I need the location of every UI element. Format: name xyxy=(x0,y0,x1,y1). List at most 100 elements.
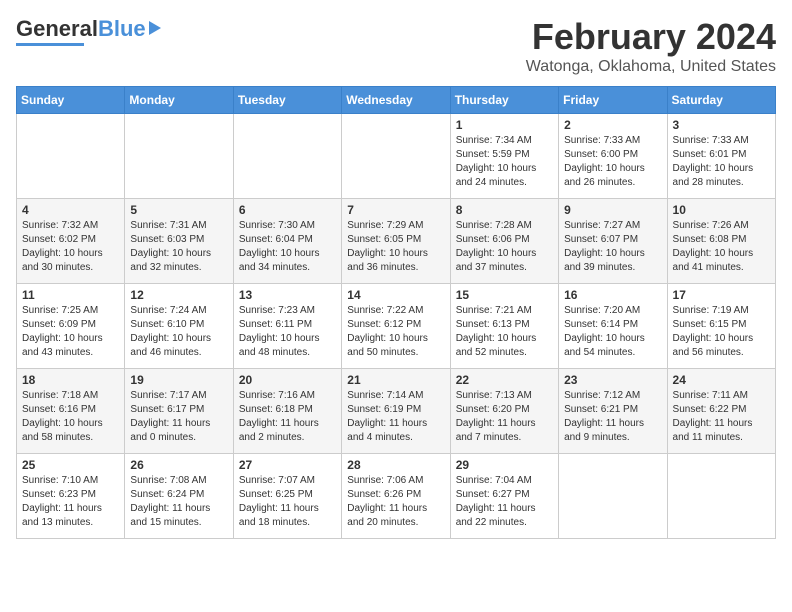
calendar-cell: 17 Sunrise: 7:19 AM Sunset: 6:15 PM Dayli… xyxy=(667,284,775,369)
day-info: Sunrise: 7:27 AM Sunset: 6:07 PM Dayligh… xyxy=(564,219,661,275)
day-number: 2 xyxy=(564,118,661,132)
weekday-header-tuesday: Tuesday xyxy=(233,87,341,114)
logo-general: General xyxy=(16,16,98,42)
day-info: Sunrise: 7:12 AM Sunset: 6:21 PM Dayligh… xyxy=(564,389,661,445)
day-info: Sunrise: 7:19 AM Sunset: 6:15 PM Dayligh… xyxy=(673,304,770,360)
weekday-header-sunday: Sunday xyxy=(17,87,125,114)
day-info: Sunrise: 7:33 AM Sunset: 6:01 PM Dayligh… xyxy=(673,134,770,190)
calendar-cell xyxy=(233,114,341,199)
day-info: Sunrise: 7:22 AM Sunset: 6:12 PM Dayligh… xyxy=(347,304,444,360)
day-number: 5 xyxy=(130,203,227,217)
logo-underline xyxy=(16,43,84,46)
day-info: Sunrise: 7:18 AM Sunset: 6:16 PM Dayligh… xyxy=(22,389,119,445)
day-info: Sunrise: 7:25 AM Sunset: 6:09 PM Dayligh… xyxy=(22,304,119,360)
calendar-header-row: SundayMondayTuesdayWednesdayThursdayFrid… xyxy=(17,87,776,114)
day-info: Sunrise: 7:08 AM Sunset: 6:24 PM Dayligh… xyxy=(130,474,227,530)
calendar-cell: 9 Sunrise: 7:27 AM Sunset: 6:07 PM Daylig… xyxy=(559,199,667,284)
day-info: Sunrise: 7:30 AM Sunset: 6:04 PM Dayligh… xyxy=(239,219,336,275)
title-section: February 2024 Watonga, Oklahoma, United … xyxy=(526,16,776,76)
calendar-cell: 28 Sunrise: 7:06 AM Sunset: 6:26 PM Dayli… xyxy=(342,454,450,539)
calendar-cell: 6 Sunrise: 7:30 AM Sunset: 6:04 PM Daylig… xyxy=(233,199,341,284)
calendar-cell xyxy=(342,114,450,199)
day-info: Sunrise: 7:31 AM Sunset: 6:03 PM Dayligh… xyxy=(130,219,227,275)
calendar-week-3: 18 Sunrise: 7:18 AM Sunset: 6:16 PM Dayli… xyxy=(17,369,776,454)
calendar-cell xyxy=(17,114,125,199)
weekday-header-wednesday: Wednesday xyxy=(342,87,450,114)
calendar-cell: 21Sunrise: 7:14 AM Sunset: 6:19 PM Dayli… xyxy=(342,369,450,454)
day-info: Sunrise: 7:17 AM Sunset: 6:17 PM Dayligh… xyxy=(130,389,227,445)
day-number: 18 xyxy=(22,373,119,387)
day-number: 6 xyxy=(239,203,336,217)
day-number: 9 xyxy=(564,203,661,217)
location: Watonga, Oklahoma, United States xyxy=(526,58,776,76)
calendar-week-2: 11 Sunrise: 7:25 AM Sunset: 6:09 PM Dayli… xyxy=(17,284,776,369)
calendar-cell: 3 Sunrise: 7:33 AM Sunset: 6:01 PM Daylig… xyxy=(667,114,775,199)
day-info: Sunrise: 7:16 AM Sunset: 6:18 PM Dayligh… xyxy=(239,389,336,445)
day-number: 4 xyxy=(22,203,119,217)
day-info: Sunrise: 7:21 AM Sunset: 6:13 PM Dayligh… xyxy=(456,304,553,360)
day-number: 3 xyxy=(673,118,770,132)
logo: General Blue xyxy=(16,16,161,46)
weekday-header-thursday: Thursday xyxy=(450,87,558,114)
day-info: Sunrise: 7:26 AM Sunset: 6:08 PM Dayligh… xyxy=(673,219,770,275)
day-info: Sunrise: 7:07 AM Sunset: 6:25 PM Dayligh… xyxy=(239,474,336,530)
calendar-cell: 27 Sunrise: 7:07 AM Sunset: 6:25 PM Dayli… xyxy=(233,454,341,539)
day-number: 7 xyxy=(347,203,444,217)
day-number: 10 xyxy=(673,203,770,217)
day-number: 22 xyxy=(456,373,553,387)
calendar-cell: 4 Sunrise: 7:32 AM Sunset: 6:02 PM Daylig… xyxy=(17,199,125,284)
day-info: Sunrise: 7:04 AM Sunset: 6:27 PM Dayligh… xyxy=(456,474,553,530)
day-number: 1 xyxy=(456,118,553,132)
day-info: Sunrise: 7:06 AM Sunset: 6:26 PM Dayligh… xyxy=(347,474,444,530)
calendar-cell: 12 Sunrise: 7:24 AM Sunset: 6:10 PM Dayli… xyxy=(125,284,233,369)
day-info: Sunrise: 7:24 AM Sunset: 6:10 PM Dayligh… xyxy=(130,304,227,360)
day-info: Sunrise: 7:14 AM Sunset: 6:19 PM Dayligh… xyxy=(347,389,444,445)
day-number: 17 xyxy=(673,288,770,302)
day-number: 8 xyxy=(456,203,553,217)
calendar-table: SundayMondayTuesdayWednesdayThursdayFrid… xyxy=(16,86,776,539)
calendar-cell: 11 Sunrise: 7:25 AM Sunset: 6:09 PM Dayli… xyxy=(17,284,125,369)
calendar-cell xyxy=(559,454,667,539)
weekday-header-friday: Friday xyxy=(559,87,667,114)
calendar-cell: 14Sunrise: 7:22 AM Sunset: 6:12 PM Dayli… xyxy=(342,284,450,369)
calendar-cell: 2 Sunrise: 7:33 AM Sunset: 6:00 PM Daylig… xyxy=(559,114,667,199)
calendar-cell: 25Sunrise: 7:10 AM Sunset: 6:23 PM Dayli… xyxy=(17,454,125,539)
weekday-header-monday: Monday xyxy=(125,87,233,114)
calendar-cell: 23 Sunrise: 7:12 AM Sunset: 6:21 PM Dayli… xyxy=(559,369,667,454)
calendar-cell: 10 Sunrise: 7:26 AM Sunset: 6:08 PM Dayli… xyxy=(667,199,775,284)
day-number: 25 xyxy=(22,458,119,472)
day-number: 12 xyxy=(130,288,227,302)
calendar-cell: 7 Sunrise: 7:29 AM Sunset: 6:05 PM Daylig… xyxy=(342,199,450,284)
day-number: 23 xyxy=(564,373,661,387)
day-info: Sunrise: 7:32 AM Sunset: 6:02 PM Dayligh… xyxy=(22,219,119,275)
calendar-cell: 29 Sunrise: 7:04 AM Sunset: 6:27 PM Dayli… xyxy=(450,454,558,539)
day-info: Sunrise: 7:28 AM Sunset: 6:06 PM Dayligh… xyxy=(456,219,553,275)
day-number: 19 xyxy=(130,373,227,387)
day-number: 28 xyxy=(347,458,444,472)
calendar-cell: 16Sunrise: 7:20 AM Sunset: 6:14 PM Dayli… xyxy=(559,284,667,369)
day-info: Sunrise: 7:29 AM Sunset: 6:05 PM Dayligh… xyxy=(347,219,444,275)
calendar-cell: 19 Sunrise: 7:17 AM Sunset: 6:17 PM Dayli… xyxy=(125,369,233,454)
calendar-cell xyxy=(125,114,233,199)
calendar-cell: 13Sunrise: 7:23 AM Sunset: 6:11 PM Dayli… xyxy=(233,284,341,369)
day-number: 29 xyxy=(456,458,553,472)
calendar-cell: 8 Sunrise: 7:28 AM Sunset: 6:06 PM Daylig… xyxy=(450,199,558,284)
logo-arrow-icon xyxy=(149,21,161,35)
calendar-cell: 15Sunrise: 7:21 AM Sunset: 6:13 PM Dayli… xyxy=(450,284,558,369)
calendar-cell: 5 Sunrise: 7:31 AM Sunset: 6:03 PM Daylig… xyxy=(125,199,233,284)
day-info: Sunrise: 7:33 AM Sunset: 6:00 PM Dayligh… xyxy=(564,134,661,190)
logo-blue: Blue xyxy=(98,16,146,42)
calendar-cell xyxy=(667,454,775,539)
day-number: 27 xyxy=(239,458,336,472)
day-number: 20 xyxy=(239,373,336,387)
day-number: 16 xyxy=(564,288,661,302)
month-title: February 2024 xyxy=(526,16,776,58)
day-info: Sunrise: 7:23 AM Sunset: 6:11 PM Dayligh… xyxy=(239,304,336,360)
day-info: Sunrise: 7:34 AM Sunset: 5:59 PM Dayligh… xyxy=(456,134,553,190)
day-number: 11 xyxy=(22,288,119,302)
page-header: General Blue February 2024 Watonga, Okla… xyxy=(16,16,776,76)
day-info: Sunrise: 7:11 AM Sunset: 6:22 PM Dayligh… xyxy=(673,389,770,445)
calendar-cell: 24Sunrise: 7:11 AM Sunset: 6:22 PM Dayli… xyxy=(667,369,775,454)
calendar-cell: 26Sunrise: 7:08 AM Sunset: 6:24 PM Dayli… xyxy=(125,454,233,539)
calendar-week-0: 1 Sunrise: 7:34 AM Sunset: 5:59 PM Daylig… xyxy=(17,114,776,199)
